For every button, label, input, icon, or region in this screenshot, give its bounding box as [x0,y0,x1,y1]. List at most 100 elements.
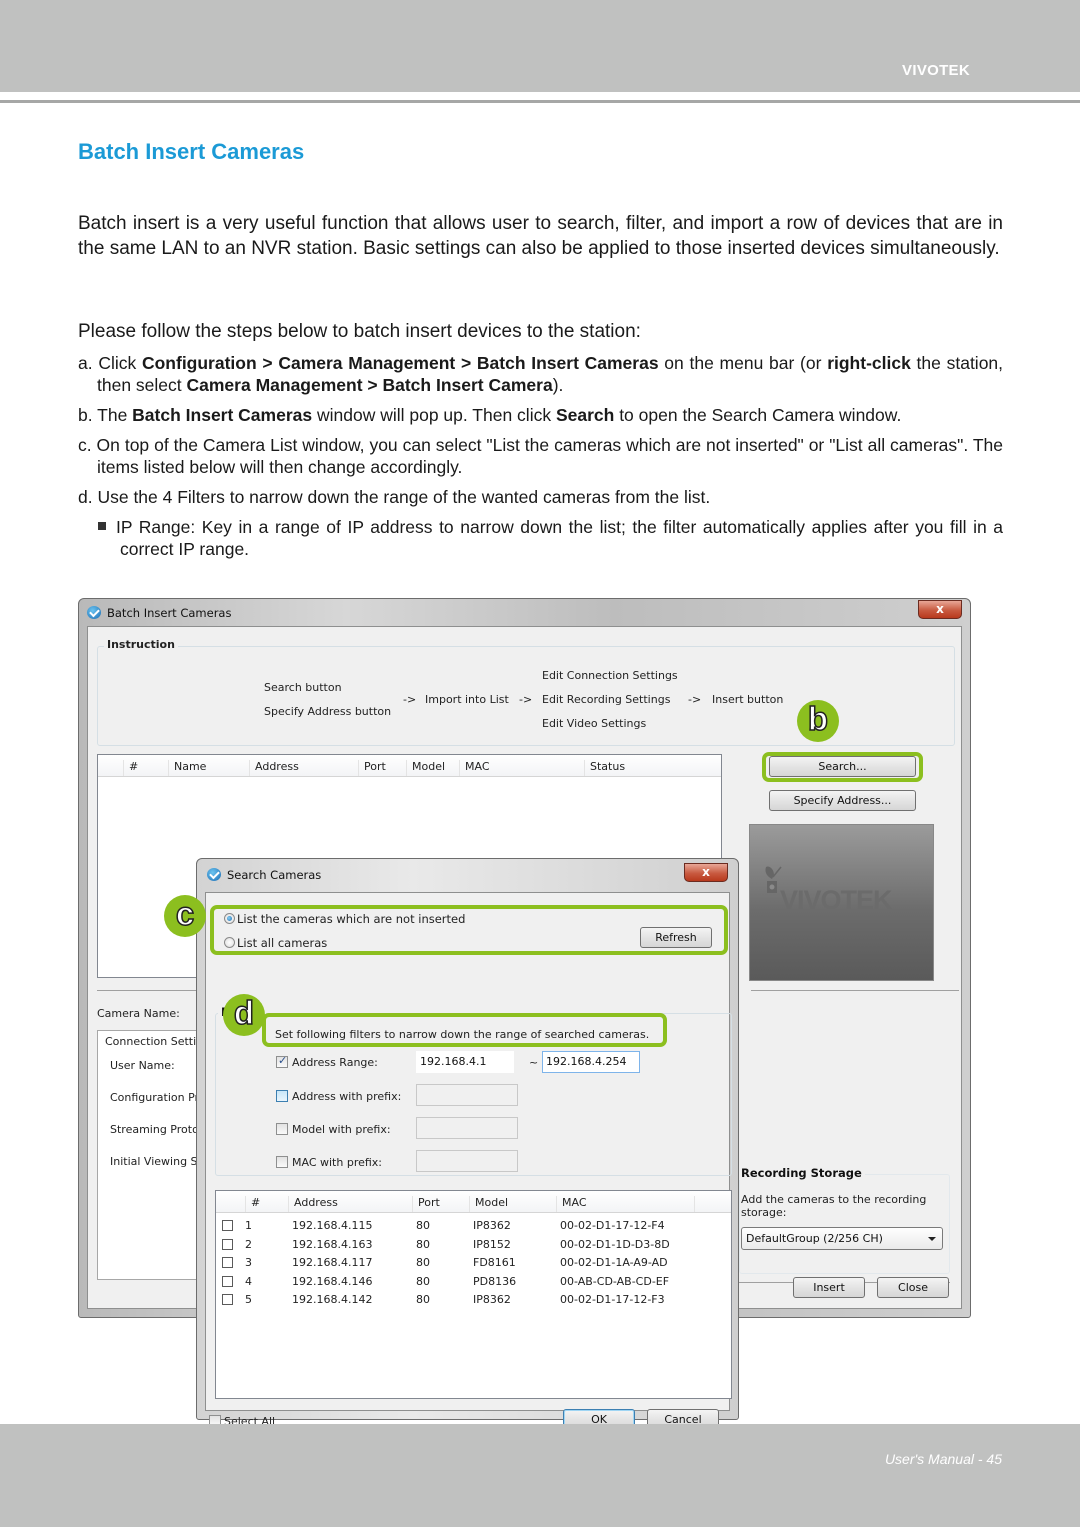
result-row[interactable]: 2 192.168.4.163 80 IP8152 00-02-D1-1D-D3-8D [216,1236,731,1254]
range-separator: ~ [529,1056,539,1069]
address-range-to-input[interactable]: 192.168.4.254 [542,1051,640,1073]
col-mac[interactable]: MAC [459,760,490,776]
cell-mac: 00-02-D1-17-12-F4 [560,1219,665,1232]
model-prefix-input[interactable] [416,1117,518,1139]
col-number[interactable]: # [245,1196,260,1212]
address-range-from-input[interactable]: 192.168.4.1 [416,1051,514,1073]
chevron-down-icon [928,1237,936,1241]
address-prefix-checkbox[interactable] [276,1090,288,1102]
recording-storage-select[interactable]: DefaultGroup (2/256 CH) [741,1227,943,1250]
connection-settings-title: Connection Setti [105,1035,197,1048]
address-range-highlight [262,1013,667,1047]
row-checkbox[interactable] [222,1257,233,1268]
row-checkbox[interactable] [222,1220,233,1231]
intro-paragraph: Batch insert is a very useful function t… [78,213,1003,259]
instr-arrow: -> [519,693,533,706]
cell-mac: 00-AB-CD-AB-CD-EF [560,1274,670,1288]
cell-mac: 00-02-D1-1A-A9-AD [560,1256,668,1269]
recording-storage-desc2: storage: [741,1206,787,1219]
instr-search-button: Search button [264,681,342,694]
recording-storage-desc: Add the cameras to the recording [741,1193,927,1206]
page-title: Batch Insert Cameras [78,139,305,164]
header-divider [0,100,1080,103]
col-model[interactable]: Model [406,760,445,776]
specify-address-button[interactable]: Specify Address... [769,790,916,811]
instr-edit-connection: Edit Connection Settings [542,669,678,682]
callout-d: d [223,993,265,1036]
col-status[interactable]: Status [584,760,625,776]
search-highlight [762,752,923,782]
title-bar[interactable]: Search Cameras [197,859,738,885]
recording-storage-group: Recording Storage Add the cameras to the… [738,1166,950,1274]
col-port[interactable]: Port [358,760,386,776]
close-icon[interactable]: x [684,863,728,882]
close-button[interactable]: Close [877,1277,949,1298]
step-b: b. The Batch Insert Cameras window will … [78,405,902,425]
cell-mac: 00-02-D1-1D-D3-8D [560,1237,670,1251]
cell-address: 192.168.4.142 [292,1293,373,1306]
camera-preview: VIVOTEK [749,824,934,981]
cell-mac: 00-02-D1-17-12-F3 [560,1293,665,1306]
address-prefix-input[interactable] [416,1084,518,1106]
follow-steps-text: Please follow the steps below to batch i… [78,321,641,342]
row-checkbox[interactable] [222,1294,233,1305]
cell-port: 80 [416,1237,430,1251]
window-title: Batch Insert Cameras [107,606,232,620]
instr-arrow: -> [688,693,702,706]
cell-address: 192.168.4.146 [292,1274,373,1288]
model-prefix-label: Model with prefix: [292,1123,391,1136]
cell-model: PD8136 [473,1274,517,1288]
col-address[interactable]: Address [288,1196,338,1212]
col-name[interactable]: Name [168,760,206,776]
result-row[interactable]: 3 192.168.4.117 80 FD8161 00-02-D1-1A-A9-AD [216,1254,731,1272]
result-row[interactable]: 1 192.168.4.115 80 IP8362 00-02-D1-17-12-F4 [216,1217,731,1235]
instruction-label: Instruction [104,638,178,651]
address-range-label: Address Range: [292,1056,378,1069]
header-bar: VIVOTEK [0,0,1080,92]
model-prefix-checkbox[interactable] [276,1123,288,1135]
instr-specify-button: Specify Address button [264,705,392,718]
cell-port: 80 [416,1274,430,1288]
search-result-list[interactable]: # Address Port Model MAC 1 192.168.4.115 8… [215,1190,732,1399]
row-checkbox[interactable] [222,1275,233,1287]
address-range-checkbox[interactable] [276,1054,288,1068]
header-brand: VIVOTEK [902,62,970,79]
cell-num: 3 [245,1256,252,1269]
mac-prefix-checkbox[interactable] [276,1156,288,1168]
title-bar[interactable]: Batch Insert Cameras [79,599,970,625]
cell-model: FD8161 [473,1256,516,1269]
window-title: Search Cameras [227,868,322,882]
address-prefix-label: Address with prefix: [292,1090,402,1103]
camera-list-header: # Name Address Port Model MAC Status [98,755,721,777]
col-model[interactable]: Model [469,1196,508,1212]
configuration-protocol-label: Configuration Pr [110,1091,200,1104]
recording-storage-label: Recording Storage [738,1166,865,1180]
cell-model: IP8362 [473,1293,511,1306]
close-icon[interactable]: x [918,600,962,619]
cell-num: 1 [245,1219,252,1232]
square-bullet-icon [98,522,106,530]
cell-address: 192.168.4.117 [292,1256,373,1269]
col-mac[interactable]: MAC [556,1196,587,1212]
cell-num: 2 [245,1237,252,1251]
list-mode-highlight [210,905,728,955]
col-port[interactable]: Port [412,1196,440,1212]
col-address[interactable]: Address [249,760,299,776]
row-checkbox[interactable] [222,1238,233,1250]
cell-num: 4 [245,1274,252,1288]
instr-import: Import into List [425,693,509,706]
page-number: User's Manual - 45 [884,1451,1002,1467]
app-icon [207,868,221,881]
result-row[interactable]: 4 192.168.4.146 80 PD8136 00-AB-CD-AB-CD-EF [216,1273,731,1291]
mac-prefix-input[interactable] [416,1150,518,1172]
result-row[interactable]: 5 192.168.4.142 80 IP8362 00-02-D1-17-12-F3 [216,1291,731,1309]
callout-c: c [164,894,206,937]
cell-port: 80 [416,1219,430,1232]
instr-edit-video: Edit Video Settings [542,717,647,730]
col-number[interactable]: # [123,760,138,776]
insert-button[interactable]: Insert [793,1277,865,1298]
steps-list: a. Click Configuration > Camera Manageme… [78,352,1003,560]
streaming-protocol-label: Streaming Proto [110,1123,199,1136]
app-icon [87,606,101,619]
window-client: List the cameras which are not inserted … [205,892,732,1430]
